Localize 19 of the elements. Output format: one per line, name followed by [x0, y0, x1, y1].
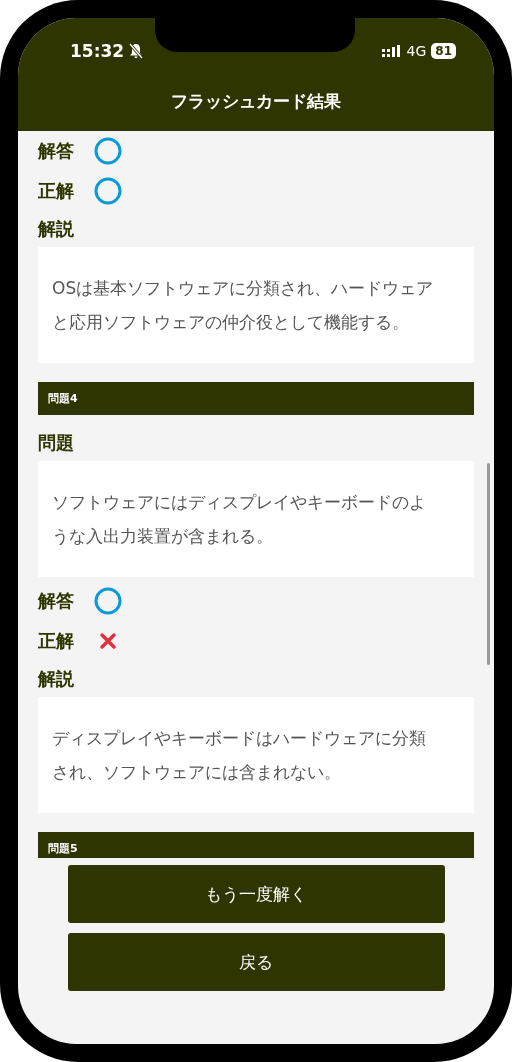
answer-label: 解答: [38, 589, 74, 613]
signal-icon: [381, 45, 402, 57]
battery-level: 81: [431, 43, 456, 59]
explanation-text: OSは基本ソフトウェアに分類され、ハードウェアと応用ソフトウェアの仲介役として機能する。: [38, 247, 474, 363]
explanation-text: ディスプレイやキーボードはハードウェアに分類され、ソフトウェアには含まれない。: [38, 697, 474, 813]
answer-label: 解答: [38, 139, 74, 163]
network-type: 4G: [406, 43, 427, 59]
status-time: 15:32: [70, 41, 125, 61]
correct-label: 正解: [38, 629, 74, 653]
action-button[interactable]: もう一度解く: [67, 865, 445, 923]
question-label: 問題: [38, 431, 74, 455]
question-text: ソフトウェアにはディスプレイやキーボードのような入出力装置が含まれる。: [38, 461, 474, 577]
explanation-label: 解説: [38, 217, 74, 241]
question-heading: 問題4: [38, 382, 474, 415]
screen-title: フラッシュカード結果: [170, 90, 342, 113]
action-button[interactable]: 戻る: [67, 933, 445, 991]
question-heading: 問題5: [38, 832, 474, 858]
explanation-label: 解説: [38, 667, 74, 691]
correct-label: 正解: [38, 179, 74, 203]
